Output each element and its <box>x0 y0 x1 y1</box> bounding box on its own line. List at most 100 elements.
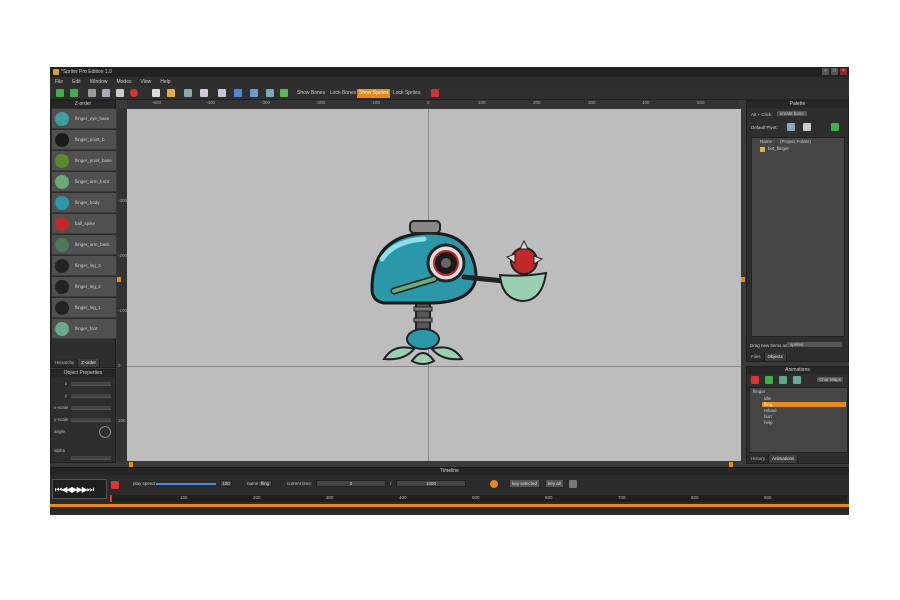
char-maps-button[interactable]: Char Maps <box>817 377 844 382</box>
show-bones-button[interactable]: Show Bones <box>295 89 327 98</box>
tab-files[interactable]: Files <box>748 353 765 361</box>
image-icon[interactable] <box>266 89 274 97</box>
menu-view[interactable]: View <box>141 79 152 85</box>
import-icon[interactable] <box>218 89 226 97</box>
anim-help[interactable]: help <box>764 420 773 425</box>
current-time-field[interactable]: 0 <box>316 480 386 487</box>
file-tree: Name (Project Folder) bot_flinger <box>751 137 845 337</box>
play-speed-slider[interactable] <box>156 483 216 485</box>
angle-dial[interactable] <box>99 426 111 438</box>
create-bone-dropdown[interactable]: create bone <box>777 111 807 116</box>
menu-file[interactable]: File <box>55 79 63 85</box>
sprite-thumbnail-icon <box>55 280 69 294</box>
flinger-character[interactable] <box>364 219 554 379</box>
zorder-item[interactable]: ball_spike <box>52 214 116 234</box>
zorder-item[interactable]: flinger_arm_front <box>52 172 116 192</box>
canvas-handle-right[interactable] <box>741 277 745 282</box>
paste-icon[interactable] <box>116 89 124 97</box>
prop-xscale-field[interactable] <box>71 406 111 410</box>
prop-yscale-field[interactable] <box>71 418 111 422</box>
redo-icon[interactable] <box>70 89 78 97</box>
sprite-thumbnail-icon <box>55 238 69 252</box>
copy-icon[interactable] <box>102 89 110 97</box>
add-entity-icon[interactable] <box>779 376 787 384</box>
zorder-item[interactable]: flinger_point_base <box>52 151 116 171</box>
anim-hurt[interactable]: hurt <box>764 414 772 419</box>
entity-flinger[interactable]: flinger <box>753 389 765 394</box>
minimize-icon[interactable]: – <box>822 68 829 75</box>
new-file-icon[interactable] <box>152 89 160 97</box>
menu-edit[interactable]: Edit <box>72 79 81 85</box>
save-as-icon[interactable] <box>200 89 208 97</box>
grid-icon[interactable] <box>250 89 258 97</box>
zorder-item[interactable]: flinger_arm_back <box>52 235 116 255</box>
menu-help[interactable]: Help <box>160 79 170 85</box>
menu-modes[interactable]: Modes <box>116 79 131 85</box>
zorder-item[interactable]: flinger_point_b <box>52 130 116 150</box>
zorder-item[interactable]: flinger_body <box>52 193 116 213</box>
prop-xscale-label: x-scale <box>54 405 69 410</box>
delete-animation-icon[interactable] <box>751 376 759 384</box>
tab-zorder[interactable]: Z-order <box>78 359 101 367</box>
anim-name-field[interactable]: fling <box>258 480 272 487</box>
open-folder-icon[interactable] <box>167 89 175 97</box>
zorder-item[interactable]: flinger_foot <box>52 319 116 339</box>
zorder-item[interactable]: flinger_leg_1 <box>52 298 116 318</box>
lock-bones-button[interactable]: Lock Bones <box>328 89 358 98</box>
tab-objects[interactable]: Objects <box>764 353 787 361</box>
zorder-panel: Z-order flinger_eye_base flinger_point_b… <box>50 100 116 368</box>
screen-icon[interactable] <box>234 89 242 97</box>
zorder-item[interactable]: flinger_eye_base <box>52 109 116 129</box>
app-icon <box>53 69 59 75</box>
tab-history[interactable]: History <box>748 455 770 463</box>
anim-fling[interactable]: fling <box>762 402 846 407</box>
record-icon[interactable] <box>111 481 119 489</box>
sprite-thumbnail-icon <box>55 259 69 273</box>
tree-item-bot-flinger[interactable]: bot_flinger <box>768 146 789 151</box>
drag-items-dropdown[interactable]: sprites <box>787 342 842 347</box>
key-options-icon[interactable] <box>569 480 577 488</box>
timeline-track[interactable]: 100 200 300 400 500 600 700 800 900 <box>110 495 847 502</box>
zorder-item[interactable]: flinger_leg_2 <box>52 277 116 297</box>
anim-idle[interactable]: idle <box>764 396 771 401</box>
menu-window[interactable]: Window <box>90 79 108 85</box>
play-speed-field[interactable]: 100 <box>220 480 232 487</box>
refresh-icon[interactable] <box>831 123 839 131</box>
maximize-icon[interactable]: □ <box>831 68 838 75</box>
cut-icon[interactable] <box>88 89 96 97</box>
save-icon[interactable] <box>184 89 192 97</box>
show-sprites-button[interactable]: Show Sprites <box>357 89 391 98</box>
zorder-item-label: flinger_eye_base <box>75 116 110 121</box>
duplicate-icon[interactable] <box>793 376 801 384</box>
playhead[interactable] <box>110 495 112 502</box>
ruler-tick: 0 <box>118 363 121 368</box>
pivot-center-icon[interactable] <box>803 123 811 131</box>
timeline-tick: 200 <box>253 495 261 500</box>
tab-hierarchy[interactable]: Hierarchy <box>52 359 79 367</box>
fit-view-icon[interactable] <box>280 89 288 97</box>
add-animation-icon[interactable] <box>765 376 773 384</box>
close-icon[interactable]: × <box>840 68 847 75</box>
canvas-handle-left[interactable] <box>117 277 121 282</box>
editor-stage[interactable] <box>127 109 741 461</box>
pivot-icon[interactable] <box>787 123 795 131</box>
anim-reload[interactable]: reload <box>764 408 777 413</box>
lock-sprites-button[interactable]: Lock Sprites <box>391 89 423 98</box>
tab-animations[interactable]: Animations <box>769 455 799 463</box>
total-time-field[interactable]: 1000 <box>396 480 466 487</box>
zorder-item-label: flinger_point_base <box>75 158 112 163</box>
prop-yscale-label: y-scale <box>54 417 69 422</box>
playback-buttons[interactable]: ⏮◀◀▶▶▶⏭ <box>55 485 94 495</box>
prop-y-field[interactable] <box>71 394 111 398</box>
sprite-thumbnail-icon <box>55 133 69 147</box>
delete-icon[interactable] <box>130 89 138 97</box>
undo-icon[interactable] <box>56 89 64 97</box>
loop-icon[interactable] <box>490 480 498 488</box>
prop-alpha-slider[interactable] <box>71 456 111 460</box>
key-selected-button[interactable]: key selected <box>510 480 540 487</box>
prop-x-field[interactable] <box>71 382 111 386</box>
zorder-item[interactable]: flinger_leg_3 <box>52 256 116 276</box>
key-all-button[interactable]: key all <box>546 480 563 487</box>
settings-icon[interactable] <box>431 89 439 97</box>
timeline-range-bar[interactable] <box>50 504 849 507</box>
